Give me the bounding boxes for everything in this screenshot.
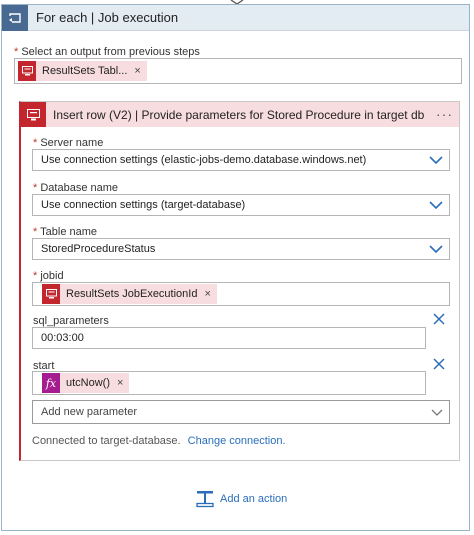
sql-parameters-label: sql_parameters — [33, 315, 109, 327]
jobid-label: * jobid — [33, 270, 64, 282]
outputs-token[interactable]: ResultSets Tabl... × — [18, 61, 147, 81]
sql-icon — [21, 102, 46, 127]
database-name-label: * Database name — [33, 182, 119, 194]
chevron-down-icon — [431, 409, 443, 416]
foreach-title: For each | Job execution — [36, 10, 179, 25]
loop-icon — [2, 4, 28, 31]
foreach-card: For each | Job execution * Select an out… — [1, 4, 470, 531]
outputs-input[interactable]: ResultSets Tabl... × — [14, 58, 462, 84]
sql-parameters-input[interactable]: 00:03:00 — [32, 327, 426, 349]
chevron-down-icon — [429, 201, 443, 210]
chevron-down-icon — [429, 245, 443, 254]
remove-token-icon[interactable]: × — [127, 65, 146, 77]
sql-icon — [18, 61, 36, 81]
remove-token-icon[interactable]: × — [197, 288, 216, 300]
sql-icon — [42, 284, 60, 304]
remove-token-icon[interactable]: × — [110, 377, 129, 389]
chevron-down-icon — [429, 156, 443, 165]
more-options-icon[interactable]: ··· — [436, 106, 453, 122]
jobid-token[interactable]: ResultSets JobExecutionId × — [42, 284, 217, 304]
add-parameter-dropdown[interactable]: Add new parameter — [32, 400, 450, 424]
add-action-icon — [196, 491, 214, 508]
outputs-label: * Select an output from previous steps — [14, 46, 200, 58]
change-connection-link[interactable]: Change connection. — [188, 435, 286, 447]
function-icon: fx — [42, 373, 60, 393]
add-action-button[interactable]: Add an action — [196, 490, 287, 508]
server-name-label: * Server name — [33, 137, 104, 149]
table-name-select[interactable]: StoredProcedureStatus — [32, 238, 450, 260]
insert-row-action: Insert row (V2) | Provide parameters for… — [19, 101, 460, 461]
close-icon[interactable] — [433, 313, 445, 325]
start-token[interactable]: fx utcNow() × — [42, 373, 130, 393]
action-title: Insert row (V2) | Provide parameters for… — [53, 107, 425, 122]
start-input[interactable]: fx utcNow() × — [32, 371, 426, 395]
close-icon[interactable] — [433, 358, 445, 370]
jobid-input[interactable]: ResultSets JobExecutionId × — [32, 282, 450, 306]
server-name-select[interactable]: Use connection settings (elastic-jobs-de… — [32, 149, 450, 171]
foreach-header[interactable]: For each | Job execution — [2, 4, 469, 31]
table-name-label: * Table name — [33, 226, 98, 238]
connection-status: Connected to target-database. Change con… — [32, 435, 286, 447]
action-header[interactable]: Insert row (V2) | Provide parameters for… — [21, 102, 459, 127]
database-name-select[interactable]: Use connection settings (target-database… — [32, 194, 450, 216]
